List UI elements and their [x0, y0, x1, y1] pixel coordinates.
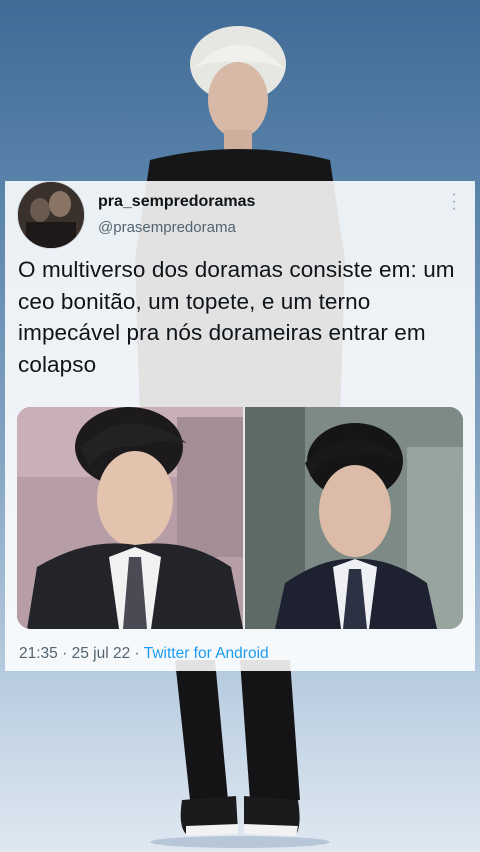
tweet-time: 21:35 [19, 645, 58, 662]
tweet-text: O multiverso dos doramas consiste em: um… [18, 257, 455, 377]
meta-separator: · [62, 645, 68, 662]
user-handle[interactable]: @prasempredorama [98, 219, 236, 236]
meta-separator-2: · [134, 645, 140, 662]
tweet-meta: 21:35 · 25 jul 22 · Twitter for Android [19, 645, 269, 663]
tweet-media-image[interactable] [17, 407, 463, 629]
more-options-icon[interactable]: · · · [446, 187, 462, 217]
user-display-name[interactable]: pra_sempredoramas [98, 193, 255, 211]
tweet-date[interactable]: 25 jul 22 [72, 645, 131, 662]
user-avatar[interactable] [17, 181, 85, 249]
tweet-source-link[interactable]: Twitter for Android [144, 645, 269, 662]
